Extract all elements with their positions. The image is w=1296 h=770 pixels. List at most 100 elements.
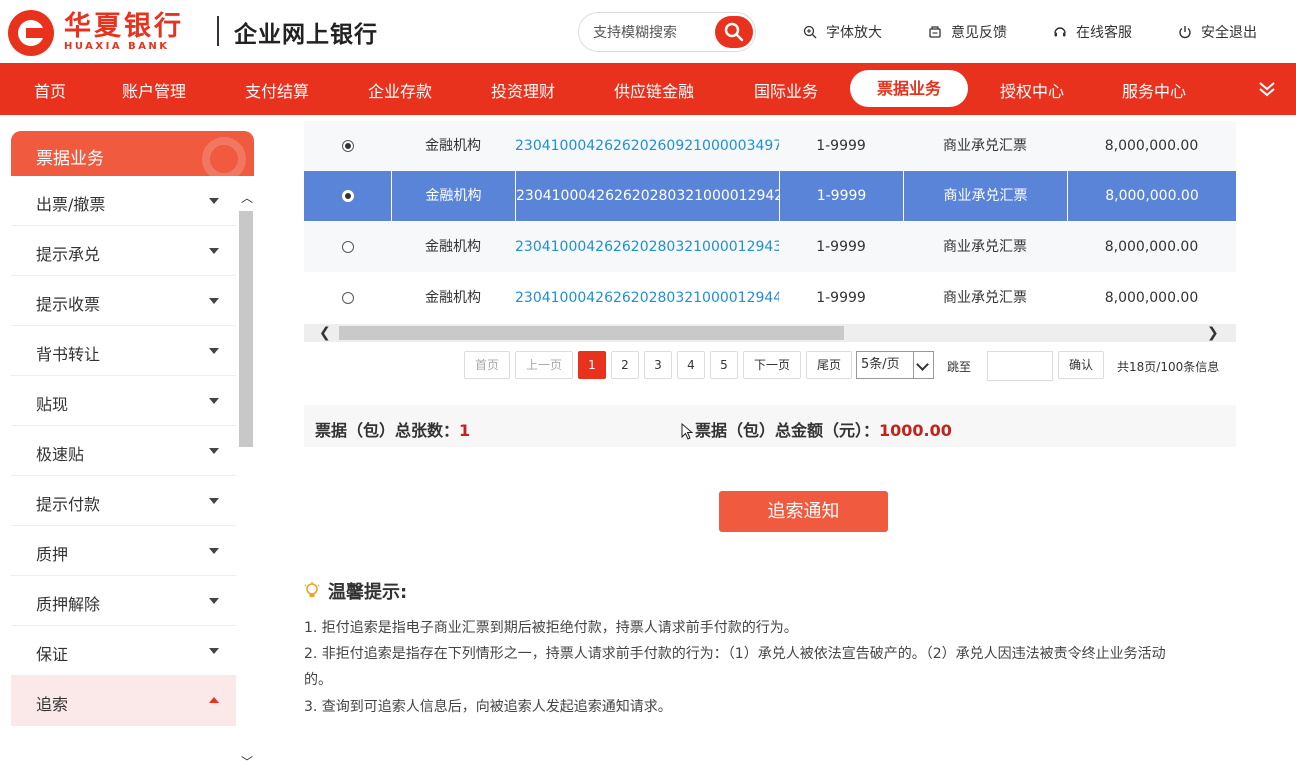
tip-line: 的。 [304, 672, 332, 688]
row-select-cell [304, 273, 391, 323]
sidebar-item-label: 保证 [36, 645, 69, 664]
horizontal-scroll-thumb[interactable] [339, 326, 844, 340]
table-cell: 商业承兑汇票 [903, 171, 1067, 221]
caret-down-icon [209, 298, 219, 304]
row-select-cell [304, 171, 391, 221]
online-service-label: 在线客服 [1076, 25, 1132, 41]
page-button-5[interactable]: 5 [710, 351, 738, 379]
table-cell: 1-9999 [779, 171, 903, 221]
sidebar-item-acceptance[interactable]: 提示承兑 [11, 226, 236, 276]
search-icon [724, 22, 744, 42]
prev-page-button[interactable]: 上一页 [515, 351, 573, 379]
cell-bill-number[interactable]: 230410004262620280321000012942 [516, 188, 779, 204]
cell-sub-range: 1-9999 [816, 188, 867, 204]
next-page-button[interactable]: 下一页 [743, 351, 801, 379]
bills-table: 金融机构 230410004262620260921000003497 1-9999… [304, 121, 1236, 324]
cell-amount: 8,000,000.00 [1104, 239, 1199, 255]
table-row[interactable]: 金融机构 230410004262620280321000012942 1-9999… [304, 171, 1236, 221]
total-count-value: 1 [459, 421, 471, 440]
page-size-select[interactable]: 5条/页 [856, 351, 934, 379]
scroll-left-icon[interactable]: ❮ [319, 324, 331, 342]
headset-icon [1054, 27, 1066, 37]
scroll-right-icon[interactable]: ❯ [1207, 324, 1219, 342]
caret-down-icon [209, 198, 219, 204]
table-cell: 金融机构 [391, 171, 515, 221]
font-enlarge-link[interactable]: 字体放大 [803, 22, 882, 42]
nav-item-home[interactable]: 首页 [34, 78, 66, 102]
sidebar-item-payment-request[interactable]: 提示付款 [11, 476, 236, 526]
sidebar-item-recourse[interactable]: 追索 [11, 676, 236, 726]
nav-item-authorization[interactable]: 授权中心 [1000, 78, 1064, 102]
cell-bill-number[interactable]: 230410004262620280321000012943 [515, 239, 779, 255]
sidebar-item-guarantee[interactable]: 保证 [11, 626, 236, 676]
bill-summary: 票据（包）总张数：1 票据（包）总金额（元）：1000.00 [304, 405, 1236, 447]
table-cell: 8,000,000.00 [1067, 171, 1236, 221]
first-page-button[interactable]: 首页 [464, 351, 510, 379]
page-button-1[interactable]: 1 [578, 351, 606, 379]
nav-item-service[interactable]: 服务中心 [1122, 78, 1186, 102]
feedback-link[interactable]: 意见反馈 [928, 22, 1007, 42]
bank-logo[interactable]: 华夏银行 HUAXIA BANK [8, 10, 184, 56]
total-amount: 票据（包）总金额（元）：1000.00 [695, 417, 952, 441]
sidebar-item-pledge[interactable]: 质押 [11, 526, 236, 576]
table-cell: 230410004262620280321000012942 [515, 171, 779, 221]
row-radio-button[interactable] [341, 140, 354, 152]
mouse-cursor-icon [681, 423, 693, 440]
table-row[interactable]: 金融机构 230410004262620280321000012943 1-9999… [304, 222, 1236, 272]
table-row[interactable]: 金融机构 230410004262620280321000012944 1-9999… [304, 273, 1236, 323]
sidebar-item-pledge-release[interactable]: 质押解除 [11, 576, 236, 626]
row-radio-button[interactable] [341, 190, 354, 202]
bank-logo-icon [8, 10, 54, 56]
nav-item-bills[interactable]: 票据业务 [850, 70, 969, 107]
sidebar-item-receipt[interactable]: 提示收票 [11, 276, 236, 326]
search-input[interactable] [593, 22, 713, 44]
sidebar-item-endorsement[interactable]: 背书转让 [11, 326, 236, 376]
row-radio-button[interactable] [341, 292, 354, 304]
caret-down-icon [209, 548, 219, 554]
nav-item-international[interactable]: 国际业务 [754, 78, 818, 102]
online-service-link[interactable]: 在线客服 [1053, 22, 1132, 42]
page-button-4[interactable]: 4 [677, 351, 705, 379]
page-button-2[interactable]: 2 [611, 351, 639, 379]
tips-title: 温馨提示: [304, 578, 407, 604]
cell-bill-number[interactable]: 230410004262620280321000012944 [515, 290, 779, 306]
sidebar: 票据业务 出票/撤票 提示承兑 提示收票 背书转让 贴现 极速贴 提示付款 质押… [11, 131, 254, 769]
scroll-down-icon[interactable]: ﹀ [241, 753, 253, 770]
jump-page-input[interactable] [987, 351, 1053, 381]
lightbulb-icon [304, 582, 320, 597]
scroll-up-icon[interactable]: ︿ [241, 189, 253, 206]
nav-item-payment[interactable]: 支付结算 [245, 78, 309, 102]
cell-bill-kind: 商业承兑汇票 [943, 138, 1027, 154]
cell-bill-kind: 商业承兑汇票 [943, 290, 1027, 306]
sidebar-item-label: 提示付款 [36, 495, 101, 514]
nav-item-deposit[interactable]: 企业存款 [368, 78, 432, 102]
nav-item-investment[interactable]: 投资理财 [491, 78, 555, 102]
table-cell: 1-9999 [779, 222, 903, 272]
cell-bill-kind: 商业承兑汇票 [943, 188, 1028, 204]
recourse-notice-button[interactable]: 追索通知 [719, 491, 888, 532]
double-chevron-down-icon[interactable] [1258, 81, 1276, 97]
table-row[interactable]: 金融机构 230410004262620260921000003497 1-9999… [304, 121, 1236, 171]
sidebar-item-express-discount[interactable]: 极速贴 [11, 426, 236, 476]
caret-down-icon [209, 348, 219, 354]
cell-institution-type: 金融机构 [425, 138, 481, 154]
logout-link[interactable]: 安全退出 [1178, 22, 1257, 42]
total-count: 票据（包）总张数：1 [315, 417, 470, 441]
sidebar-item-issue[interactable]: 出票/撤票 [11, 176, 236, 226]
cell-institution-type: 金融机构 [425, 290, 481, 306]
table-horizontal-scrollbar[interactable]: ❮ ❯ [304, 324, 1236, 342]
last-page-button[interactable]: 尾页 [806, 351, 852, 379]
sidebar-scroll-thumb[interactable] [239, 211, 253, 447]
nav-item-accounts[interactable]: 账户管理 [122, 78, 186, 102]
sidebar-scrollbar[interactable]: ︿ ﹀ [239, 187, 253, 769]
sidebar-item-discount[interactable]: 贴现 [11, 376, 236, 426]
jump-confirm-button[interactable]: 确认 [1058, 351, 1104, 379]
table-cell: 8,000,000.00 [1067, 273, 1236, 323]
row-radio-button[interactable] [341, 241, 354, 253]
table-cell: 8,000,000.00 [1067, 121, 1236, 171]
nav-item-supply-chain[interactable]: 供应链金融 [614, 78, 694, 102]
cell-bill-number[interactable]: 230410004262620260921000003497 [515, 138, 779, 154]
page-button-3[interactable]: 3 [644, 351, 672, 379]
total-amount-value: 1000.00 [879, 421, 952, 440]
search-button[interactable] [715, 16, 753, 48]
